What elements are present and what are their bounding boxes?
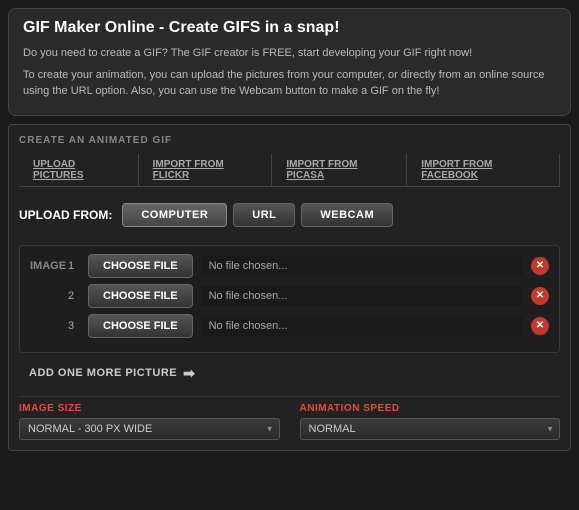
animation-speed-select-wrapper: NORMAL xyxy=(300,418,561,440)
images-container: IMAGE 1 CHOOSE FILE No file chosen... 2 … xyxy=(19,245,560,353)
choose-file-button-2[interactable]: CHOOSE FILE xyxy=(88,284,193,308)
main-section: CREATE AN ANIMATED GIF UPLOAD PICTURES I… xyxy=(8,124,571,451)
image-label-1: IMAGE xyxy=(30,260,60,272)
remove-image-button-2[interactable] xyxy=(531,287,549,305)
image-number-1: 1 xyxy=(68,260,80,272)
add-more-label: ADD ONE MORE PICTURE xyxy=(29,367,177,379)
description-2: To create your animation, you can upload… xyxy=(23,67,556,100)
remove-image-button-3[interactable] xyxy=(531,317,549,335)
section-title: CREATE AN ANIMATED GIF xyxy=(19,135,560,146)
tab-import-picasa[interactable]: IMPORT FROM PICASA xyxy=(272,154,407,186)
image-size-select-wrapper: NORMAL - 300 PX WIDE xyxy=(19,418,280,440)
image-number-2: 2 xyxy=(68,290,80,302)
image-size-group: IMAGE SIZE NORMAL - 300 PX WIDE xyxy=(19,403,280,440)
source-webcam-button[interactable]: WEBCAM xyxy=(301,203,393,227)
animation-speed-group: ANIMATION SPEED NORMAL xyxy=(300,403,561,440)
image-row-3: 3 CHOOSE FILE No file chosen... xyxy=(30,314,549,338)
animation-speed-select[interactable]: NORMAL xyxy=(300,418,561,440)
description-1: Do you need to create a GIF? The GIF cre… xyxy=(23,45,556,62)
image-row-1: IMAGE 1 CHOOSE FILE No file chosen... xyxy=(30,254,549,278)
animation-speed-label: ANIMATION SPEED xyxy=(300,403,561,414)
tab-import-flickr[interactable]: IMPORT FROM FLICKR xyxy=(139,154,273,186)
arrow-icon: ➡ xyxy=(183,365,195,382)
page-title: GIF Maker Online - Create GIFS in a snap… xyxy=(23,19,556,37)
tab-import-facebook[interactable]: IMPORT FROM FACEBOOK xyxy=(407,154,560,186)
remove-image-button-1[interactable] xyxy=(531,257,549,275)
file-name-3: No file chosen... xyxy=(201,316,523,336)
upload-from-row: UPLOAD FROM: COMPUTER URL WEBCAM xyxy=(19,197,560,233)
file-name-2: No file chosen... xyxy=(201,286,523,306)
source-url-button[interactable]: URL xyxy=(233,203,295,227)
header-section: GIF Maker Online - Create GIFS in a snap… xyxy=(8,8,571,116)
source-computer-button[interactable]: COMPUTER xyxy=(122,203,227,227)
image-number-3: 3 xyxy=(68,320,80,332)
settings-row: IMAGE SIZE NORMAL - 300 PX WIDE ANIMATIO… xyxy=(19,396,560,440)
choose-file-button-3[interactable]: CHOOSE FILE xyxy=(88,314,193,338)
tab-upload-pictures[interactable]: UPLOAD PICTURES xyxy=(19,154,139,186)
add-more-button[interactable]: ADD ONE MORE PICTURE ➡ xyxy=(29,365,195,382)
upload-from-label: UPLOAD FROM: xyxy=(19,208,112,222)
image-size-label: IMAGE SIZE xyxy=(19,403,280,414)
file-name-1: No file chosen... xyxy=(201,256,523,276)
choose-file-button-1[interactable]: CHOOSE FILE xyxy=(88,254,193,278)
image-size-select[interactable]: NORMAL - 300 PX WIDE xyxy=(19,418,280,440)
tabs-container: UPLOAD PICTURES IMPORT FROM FLICKR IMPOR… xyxy=(19,154,560,187)
image-row-2: 2 CHOOSE FILE No file chosen... xyxy=(30,284,549,308)
add-more-row: ADD ONE MORE PICTURE ➡ xyxy=(19,361,560,386)
